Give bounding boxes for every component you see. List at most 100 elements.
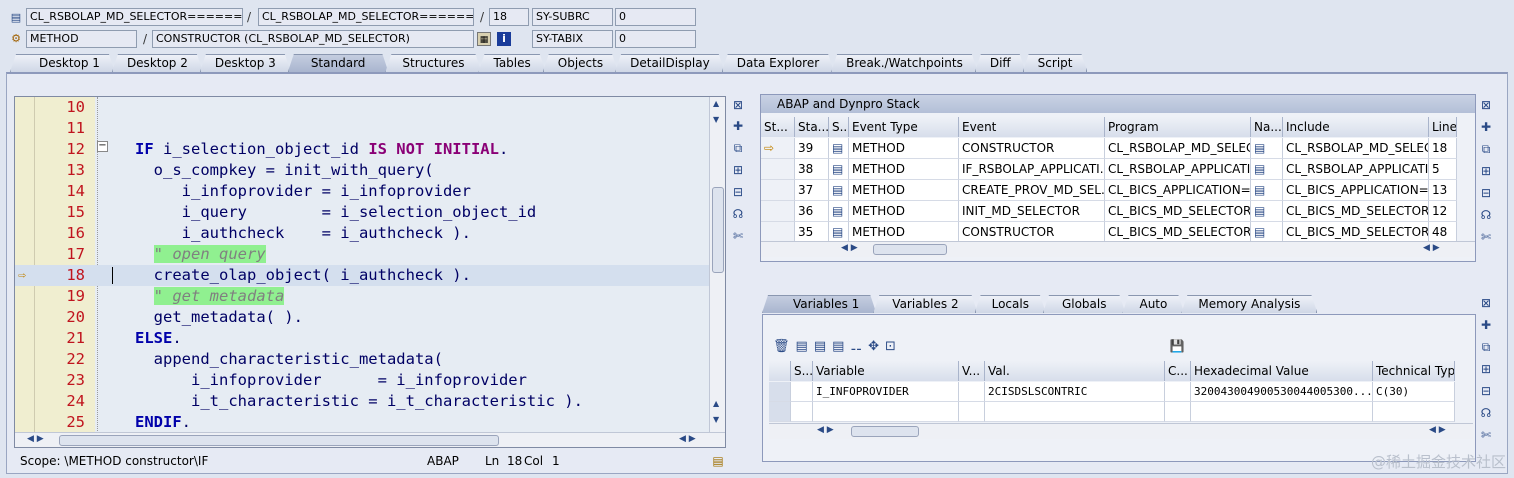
stack-column-header[interactable]: St... bbox=[761, 117, 795, 137]
variables-column-header[interactable]: S... bbox=[791, 361, 813, 381]
variables-column-header[interactable]: V... bbox=[959, 361, 985, 381]
variables-column-header[interactable]: C... bbox=[1165, 361, 1191, 381]
filter-icon[interactable]: ⊡ bbox=[885, 339, 902, 354]
tab-desktop-1[interactable]: Desktop 1 bbox=[10, 54, 115, 72]
stack-row[interactable]: 36 ▤ METHOD INIT_MD_SELECTOR CL_BICS_MD_SELE… bbox=[761, 201, 1473, 222]
fold-toggle[interactable]: − bbox=[97, 141, 108, 152]
stack-column-header[interactable]: Include bbox=[1283, 117, 1429, 137]
tab-auto[interactable]: Auto bbox=[1122, 295, 1184, 313]
code-line[interactable]: 22 append_characteristic_metadata( bbox=[15, 349, 725, 370]
variable-cell[interactable]: I_INFOPROVIDER bbox=[813, 382, 959, 402]
settings-icon[interactable]: ✄ bbox=[1478, 229, 1494, 245]
sysvar-value-1[interactable]: 0 bbox=[615, 8, 696, 26]
event-field[interactable]: CONSTRUCTOR (CL_RSBOLAP_MD_SELECTOR) bbox=[152, 30, 474, 48]
tab-desktop-3[interactable]: Desktop 3 bbox=[200, 54, 291, 72]
variable-row[interactable]: I_INFOPROVIDER 2CISDSLSCONTRIC 32004300490… bbox=[769, 382, 1473, 403]
tab-desktop-2[interactable]: Desktop 2 bbox=[112, 54, 203, 72]
save-icon[interactable]: 💾 bbox=[1169, 338, 1185, 354]
stack-column-header[interactable]: Na... bbox=[1251, 117, 1283, 137]
new-tool-icon[interactable]: ✚ bbox=[1478, 317, 1494, 333]
code-line[interactable]: 23 i_infoprovider = i_infoprovider bbox=[15, 370, 725, 391]
tab-memory-analysis[interactable]: Memory Analysis bbox=[1181, 295, 1317, 313]
tab-data-explorer[interactable]: Data Explorer bbox=[722, 54, 834, 72]
sysvar-name-1[interactable]: SY-SUBRC bbox=[532, 8, 613, 26]
code-line[interactable]: 10 bbox=[15, 97, 725, 118]
code-line[interactable]: 19 " get metadata bbox=[15, 286, 725, 307]
include-field[interactable]: CL_RSBOLAP_MD_SELECTOR=======... bbox=[258, 8, 474, 26]
hierarchy-icon[interactable]: ⚋ bbox=[850, 339, 868, 354]
swap-icon[interactable]: ⊟ bbox=[730, 184, 746, 200]
line-field[interactable]: 18 bbox=[489, 8, 529, 26]
code-line[interactable]: 11 bbox=[15, 118, 725, 139]
variables-column-header[interactable]: Hexadecimal Value bbox=[1191, 361, 1373, 381]
close-icon[interactable]: ⊠ bbox=[1478, 97, 1494, 113]
settings-icon[interactable]: ✄ bbox=[730, 228, 746, 244]
sysvar-name-2[interactable]: SY-TABIX bbox=[532, 30, 613, 48]
tab-standard[interactable]: Standard bbox=[288, 54, 389, 72]
sysvar-value-2[interactable]: 0 bbox=[615, 30, 696, 48]
close-icon[interactable]: ⊠ bbox=[730, 97, 746, 113]
append-row-icon[interactable]: ▤ bbox=[814, 339, 832, 354]
code-line[interactable]: 21 ELSE. bbox=[15, 328, 725, 349]
code-line[interactable]: 25 ENDIF. bbox=[15, 412, 725, 433]
swap-icon[interactable]: ⊟ bbox=[1478, 185, 1494, 201]
variables-table[interactable]: S... Variable V... Val. C... Hexadecimal Valu… bbox=[769, 361, 1473, 425]
code-line[interactable]: 16 i_authcheck = i_authcheck ). bbox=[15, 223, 725, 244]
services-icon[interactable]: ☊ bbox=[1478, 207, 1494, 223]
code-line[interactable]: 14 i_infoprovider = i_infoprovider bbox=[15, 181, 725, 202]
editor-vertical-scrollbar[interactable]: ▲ ▼ ▲ ▼ bbox=[709, 97, 725, 432]
tab-variables-2[interactable]: Variables 2 bbox=[873, 295, 977, 313]
delete-icon[interactable]: 🗑 bbox=[773, 339, 796, 354]
navigate-icon[interactable]: ✥ bbox=[868, 339, 885, 354]
notes-icon[interactable]: ▤ bbox=[710, 453, 726, 469]
replace-tool-icon[interactable]: ⧉ bbox=[730, 140, 746, 156]
stack-table[interactable]: St...Sta...S...Event TypeEventProgramNa.… bbox=[761, 117, 1473, 243]
code-line[interactable]: 18 create_olap_object( i_authcheck ). ⇨ bbox=[15, 265, 725, 286]
variables-column-header[interactable] bbox=[769, 361, 791, 381]
replace-tool-icon[interactable]: ⧉ bbox=[1478, 339, 1494, 355]
info-icon[interactable]: i bbox=[497, 32, 511, 46]
tab-globals[interactable]: Globals bbox=[1043, 295, 1126, 313]
tab-structures[interactable]: Structures bbox=[385, 54, 481, 72]
stack-column-header[interactable]: Event bbox=[959, 117, 1105, 137]
variable-cell[interactable] bbox=[813, 402, 959, 422]
replace-tool-icon[interactable]: ⧉ bbox=[1478, 141, 1494, 157]
stack-column-header[interactable]: Event Type bbox=[849, 117, 959, 137]
variables-horizontal-scrollbar[interactable]: ◀ ▶ ◀ ▶ bbox=[769, 423, 1473, 439]
stack-horizontal-scrollbar[interactable]: ◀ ▶ ◀ ▶ bbox=[761, 241, 1475, 257]
services-icon[interactable]: ☊ bbox=[1478, 405, 1494, 421]
settings-icon[interactable]: ✄ bbox=[1478, 427, 1494, 443]
class-icon[interactable]: ▦ bbox=[477, 32, 491, 46]
variables-column-header[interactable]: Technical Typ bbox=[1373, 361, 1455, 381]
tab-diff[interactable]: Diff bbox=[975, 54, 1026, 72]
tab-breakpoints[interactable]: Break./Watchpoints bbox=[831, 54, 978, 72]
stack-column-header[interactable]: Sta... bbox=[795, 117, 829, 137]
stack-column-header[interactable]: Program bbox=[1105, 117, 1251, 137]
code-line[interactable]: 13 o_s_compkey = init_with_query( bbox=[15, 160, 725, 181]
remove-row-icon[interactable]: ▤ bbox=[832, 339, 850, 354]
tab-script[interactable]: Script bbox=[1023, 54, 1088, 72]
new-tool-icon[interactable]: ✚ bbox=[730, 118, 746, 134]
tab-detaildisplay[interactable]: DetailDisplay bbox=[615, 54, 725, 72]
tab-objects[interactable]: Objects bbox=[543, 54, 618, 72]
new-tool-icon[interactable]: ✚ bbox=[1478, 119, 1494, 135]
stack-column-header[interactable]: Line bbox=[1429, 117, 1457, 137]
maximize-icon[interactable]: ⊞ bbox=[1478, 163, 1494, 179]
stack-row[interactable]: 38 ▤ METHOD IF_RSBOLAP_APPLICATI... CL_RSBOL… bbox=[761, 159, 1473, 180]
stack-row[interactable]: 37 ▤ METHOD CREATE_PROV_MD_SEL... CL_BICS_AP… bbox=[761, 180, 1473, 201]
maximize-icon[interactable]: ⊞ bbox=[730, 162, 746, 178]
code-line[interactable]: 15 i_query = i_selection_object_id bbox=[15, 202, 725, 223]
stack-row[interactable]: ⇨ 39 ▤ METHOD CONSTRUCTOR CL_RSBOLAP_MD_SELEC… bbox=[761, 138, 1473, 159]
editor-horizontal-scrollbar[interactable]: ◀ ▶ ◀ ▶ bbox=[15, 432, 725, 447]
stack-column-header[interactable]: S... bbox=[829, 117, 849, 137]
tab-tables[interactable]: Tables bbox=[478, 54, 545, 72]
tab-locals[interactable]: Locals bbox=[975, 295, 1046, 313]
code-line[interactable]: 17 " open query bbox=[15, 244, 725, 265]
close-icon[interactable]: ⊠ bbox=[1478, 295, 1494, 311]
swap-icon[interactable]: ⊟ bbox=[1478, 383, 1494, 399]
event-type-field[interactable]: METHOD bbox=[26, 30, 137, 48]
source-editor[interactable]: 10 11 12 IF i_selection_object_id IS NOT IN… bbox=[14, 96, 726, 448]
stack-row[interactable]: 35 ▤ METHOD CONSTRUCTOR CL_BICS_MD_SELECTOR.… bbox=[761, 222, 1473, 243]
maximize-icon[interactable]: ⊞ bbox=[1478, 361, 1494, 377]
variables-column-header[interactable]: Variable bbox=[813, 361, 959, 381]
